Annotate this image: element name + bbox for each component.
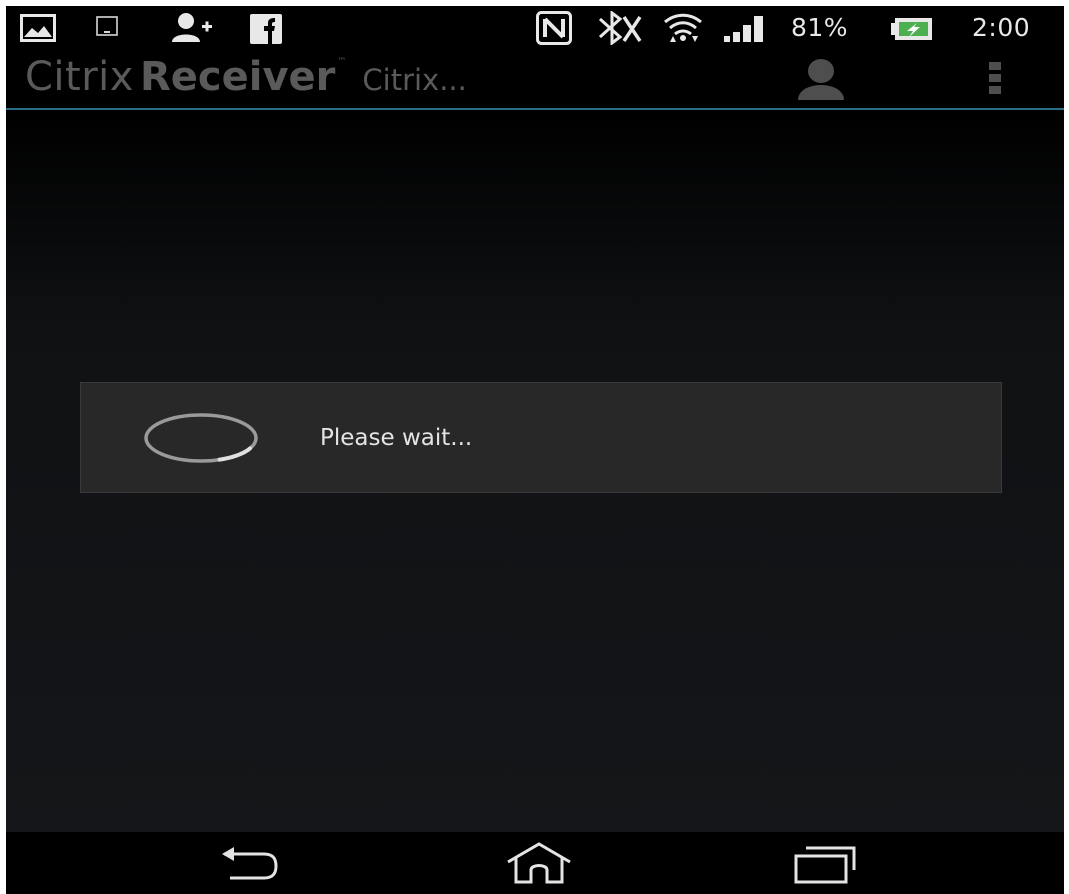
home-button[interactable] bbox=[504, 840, 574, 888]
clock: 2:00 bbox=[972, 13, 1031, 42]
home-icon bbox=[507, 842, 571, 884]
recent-apps-button[interactable] bbox=[792, 840, 858, 888]
store-name: Citrix... bbox=[362, 63, 467, 97]
content-area: Please wait... bbox=[6, 110, 1064, 832]
progress-dialog: Please wait... bbox=[80, 382, 1002, 493]
recent-apps-icon bbox=[794, 846, 856, 884]
account-icon bbox=[798, 59, 844, 100]
loading-spinner-icon bbox=[144, 413, 258, 463]
logo-receiver: Receiver bbox=[139, 54, 336, 100]
action-bar: Citrix Receiver ™ Citrix... bbox=[6, 52, 1064, 110]
nfc-icon bbox=[536, 11, 572, 50]
navigation-bar bbox=[6, 832, 1064, 894]
logo-trademark: ™ bbox=[337, 57, 347, 67]
bluetooth-off-icon bbox=[594, 10, 644, 50]
wifi-icon bbox=[662, 12, 704, 49]
battery-percent: 81% bbox=[791, 13, 849, 42]
dialog-message: Please wait... bbox=[320, 425, 473, 451]
overflow-menu-button[interactable] bbox=[980, 58, 1010, 102]
tablet-icon bbox=[96, 16, 118, 43]
account-button[interactable] bbox=[792, 58, 850, 102]
logo-citrix: Citrix bbox=[25, 54, 134, 100]
status-bar: 81% 2:00 bbox=[6, 6, 1064, 52]
gallery-icon bbox=[20, 14, 56, 47]
add-contact-icon bbox=[170, 12, 214, 49]
app-title[interactable]: Citrix Receiver ™ Citrix... bbox=[25, 54, 467, 106]
battery-charging-icon bbox=[890, 16, 934, 47]
signal-icon bbox=[722, 14, 766, 49]
back-button[interactable] bbox=[218, 840, 280, 888]
back-icon bbox=[222, 847, 278, 880]
phone-screen: 81% 2:00 Citrix Receiver ™ Citrix... Ple… bbox=[6, 6, 1064, 894]
overflow-menu-icon bbox=[989, 62, 1001, 94]
facebook-icon bbox=[250, 14, 282, 49]
